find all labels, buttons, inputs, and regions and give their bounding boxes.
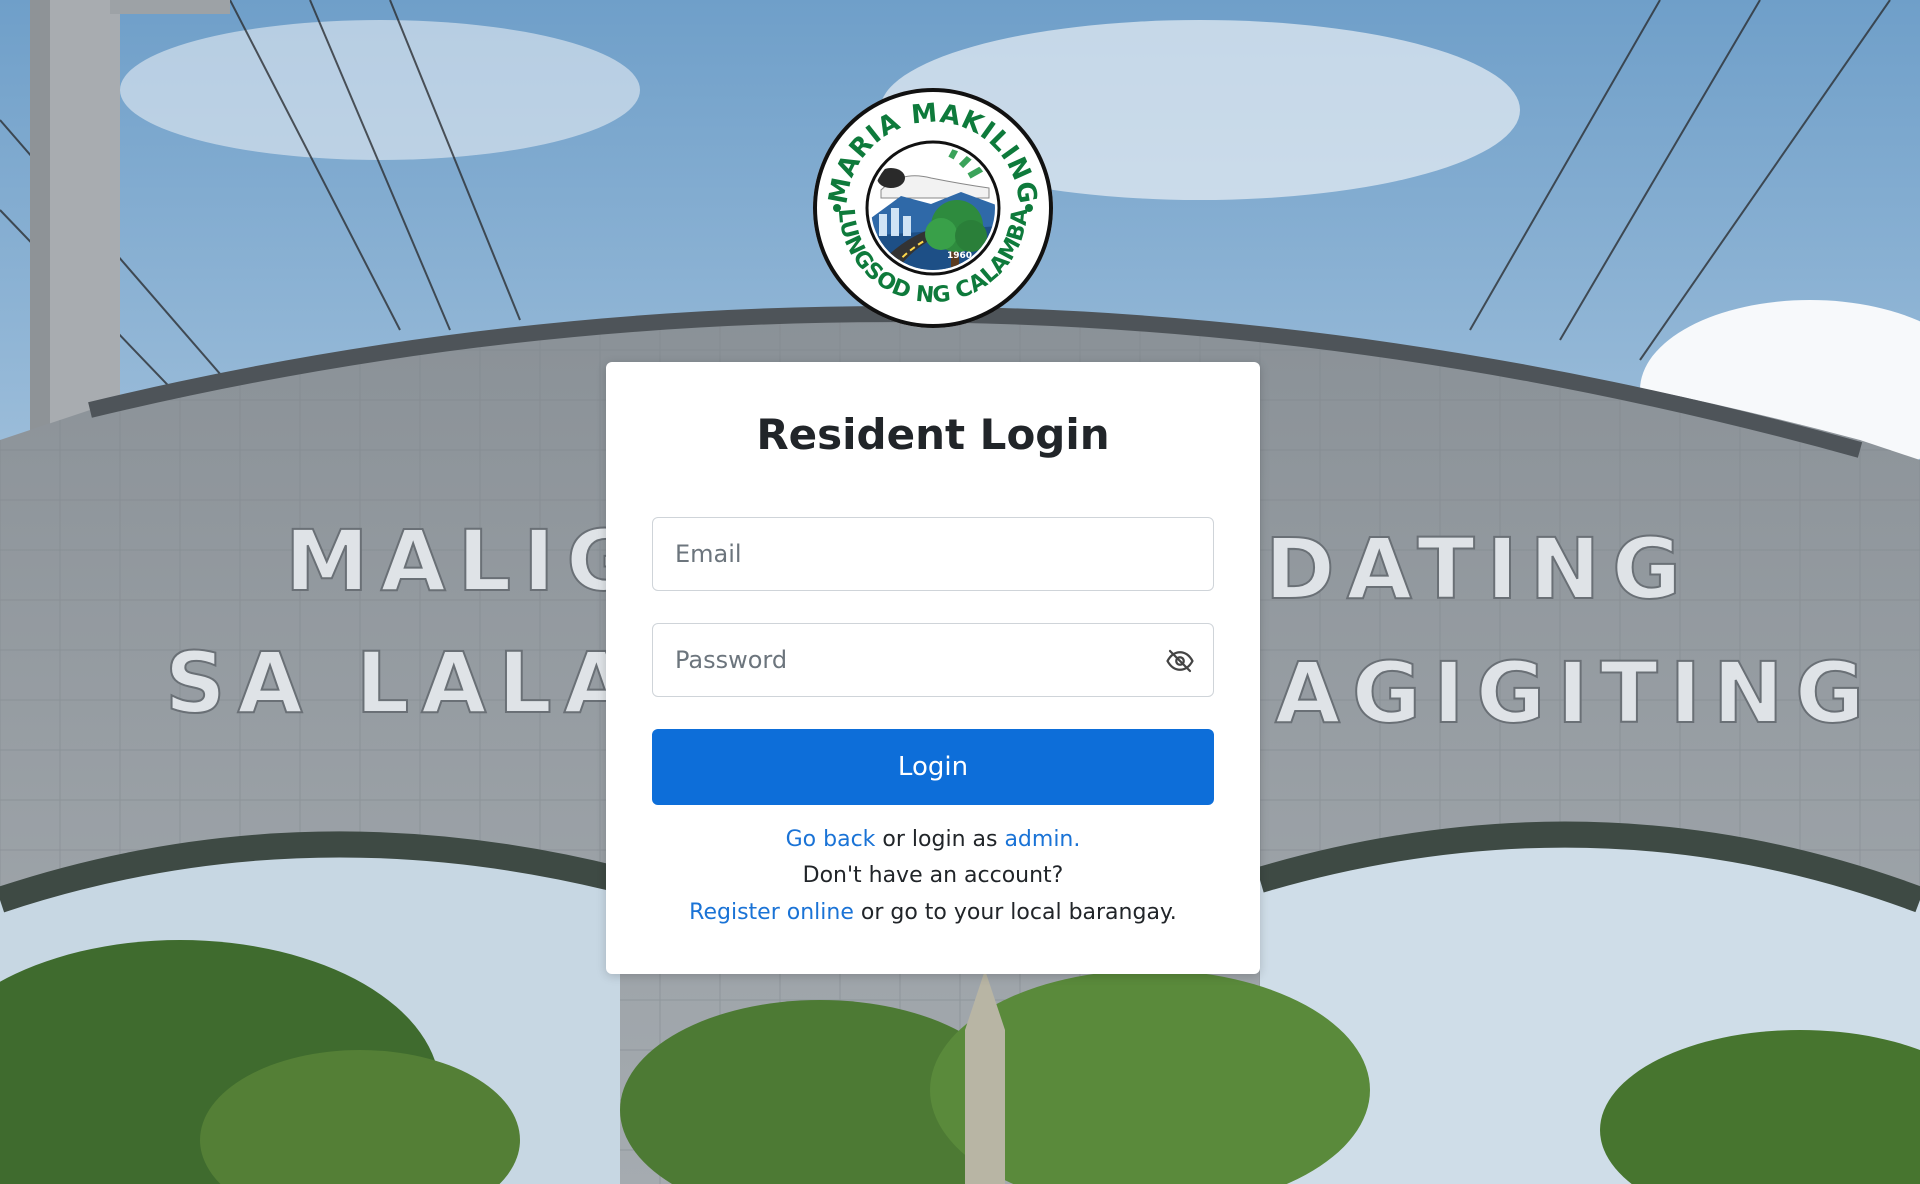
password-input[interactable] — [653, 624, 1213, 696]
eye-slash-icon[interactable] — [1165, 646, 1195, 676]
no-account-text: Don't have an account? — [802, 863, 1064, 888]
svg-text:AGIGITING: AGIGITING — [1275, 644, 1876, 742]
svg-text:DATING: DATING — [1265, 520, 1693, 618]
page-title: Resident Login — [756, 410, 1110, 459]
register-online-link[interactable]: Register online — [689, 900, 854, 925]
password-field[interactable] — [652, 623, 1214, 697]
login-button[interactable]: Login — [652, 729, 1214, 805]
go-back-link[interactable]: Go back — [786, 827, 876, 852]
register-line: Register online or go to your local bara… — [606, 895, 1260, 931]
login-card: Resident Login Login Go back or login as… — [606, 362, 1260, 974]
svg-text:MALIG: MALIG — [285, 512, 647, 610]
or-login-as-text: or login as — [875, 827, 1005, 852]
local-barangay-text: or go to your local barangay. — [853, 900, 1177, 925]
email-field[interactable] — [652, 517, 1214, 591]
city-seal-logo: MARIA MAKILING LUNGSOD NG CALAMBA 1960 — [811, 86, 1055, 330]
alt-login-line: Go back or login as admin. — [606, 822, 1260, 858]
svg-text:SA LALA: SA LALA — [165, 634, 641, 732]
email-input[interactable] — [653, 518, 1213, 590]
admin-login-link[interactable]: admin. — [1004, 827, 1080, 852]
